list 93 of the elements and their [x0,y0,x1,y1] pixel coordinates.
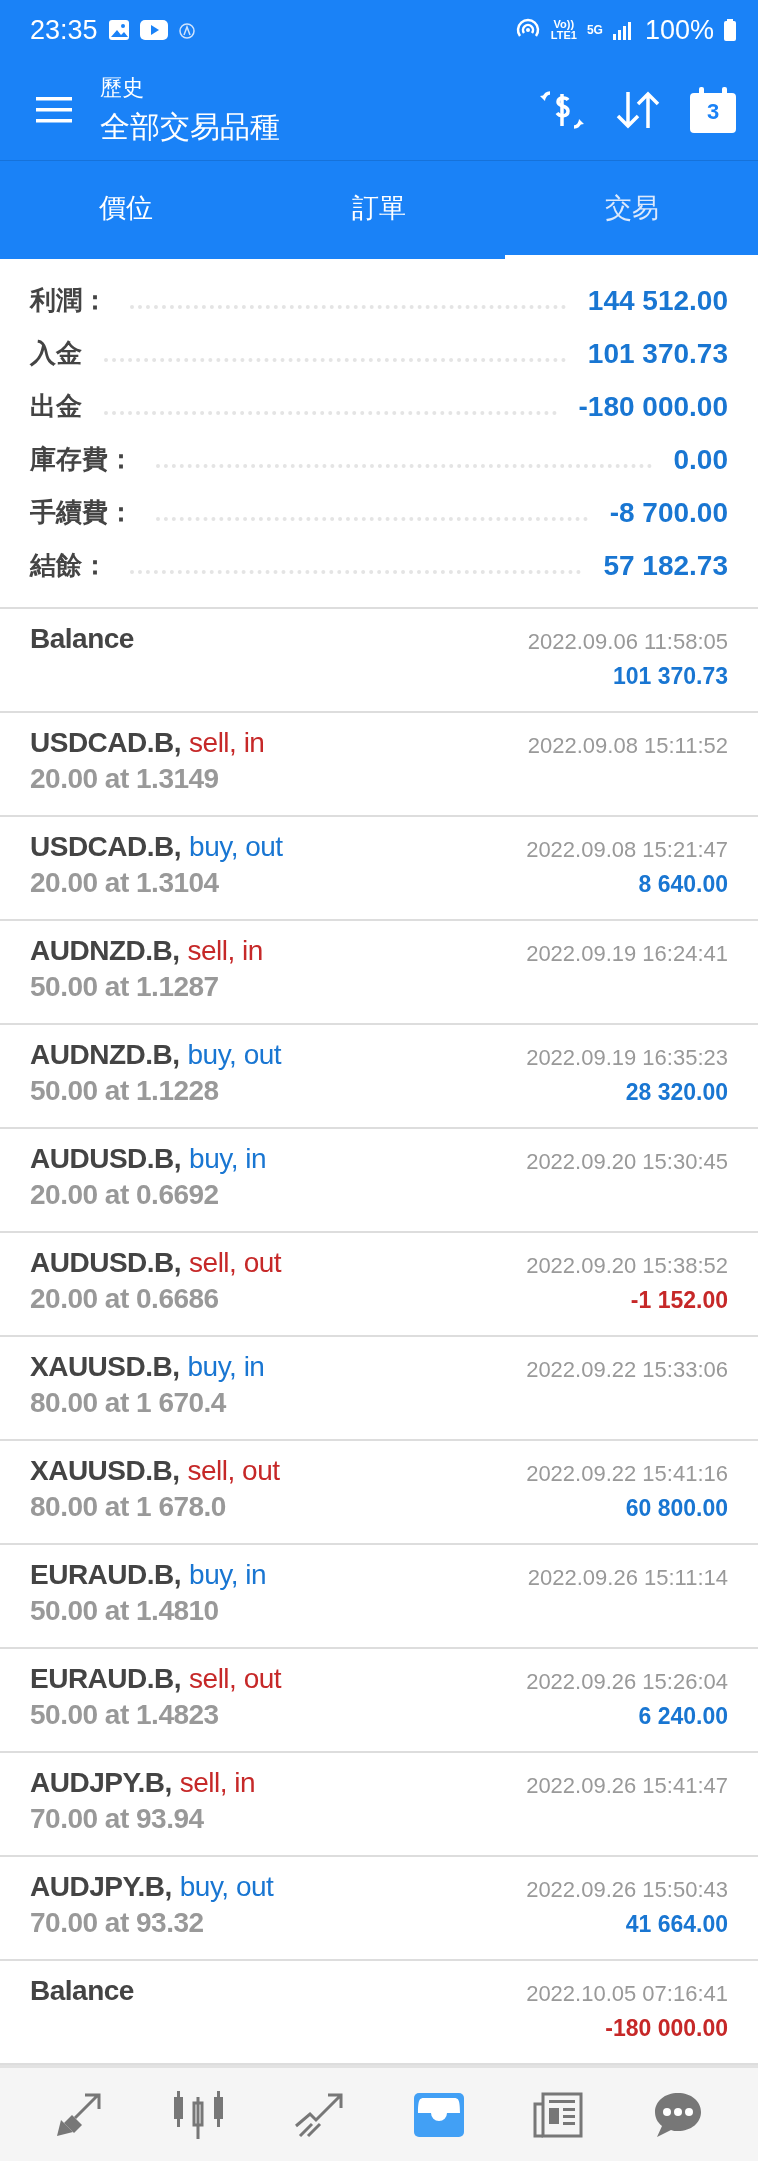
deal-action: buy, in [189,1143,266,1175]
deal-profit: 28 320.00 [625,1079,728,1106]
deal-time: 2022.09.06 11:58:05 [527,629,728,655]
summary-value: 101 370.73 [587,337,728,370]
inbox-icon[interactable] [413,2093,464,2137]
newspaper-icon[interactable] [533,2092,584,2138]
summary-value: 144 512.00 [587,284,728,317]
summary-value: 57 182.73 [603,549,728,582]
deal-action: buy, in [189,1559,266,1591]
deal-action: buy, out [187,1039,282,1071]
deal-symbol: AUDJPY.B, [30,1871,172,1903]
deal-action: sell, out [187,1455,280,1487]
deal-profit: 41 664.00 [625,1911,728,1938]
deal-volume-price: 70.00 at 93.94 [30,1803,205,1835]
menu-icon[interactable] [36,97,72,123]
deal-volume-price: 50.00 at 1.1228 [30,1075,220,1107]
deal-volume-price: 50.00 at 1.4823 [30,1699,220,1731]
deal-symbol: AUDUSD.B, [30,1247,182,1279]
network-label: 5G [586,23,603,37]
deal-action: buy, out [189,831,283,863]
deal-action: buy, out [179,1871,274,1903]
tab[interactable]: 訂單 [252,161,506,259]
deal-volume-price: 20.00 at 0.6692 [30,1179,220,1211]
volte-label: Vo)) [553,19,575,30]
summary-label: 入金 [30,337,82,370]
summary-label: 出金 [30,390,82,423]
tab[interactable]: 交易 [505,161,758,259]
deal-time: 2022.09.26 15:26:04 [526,1669,728,1695]
deal-volume-price: 50.00 at 1.4810 [30,1595,220,1627]
operation-type: Balance [30,1975,134,2007]
sort-icon[interactable] [614,90,662,130]
deal-profit: -180 000.00 [605,2015,728,2042]
summary-label: 利潤： [30,284,108,317]
screen-title[interactable]: 全部交易品種 [100,106,510,148]
deal-profit: 8 640.00 [638,871,728,898]
deal-volume-price: 80.00 at 1 670.4 [30,1387,228,1419]
screen-subtitle: 歷史 [100,73,145,102]
deal-time: 2022.09.26 15:50:43 [526,1877,728,1903]
deal-time: 2022.09.08 15:21:47 [526,837,728,863]
battery-percent: 100% [644,14,714,46]
deal-symbol: XAUUSD.B, [30,1455,180,1487]
summary-value: -8 700.00 [609,496,728,529]
summary-value: -180 000.00 [578,390,728,423]
deal-time: 2022.09.22 15:41:16 [526,1461,728,1487]
deal-volume-price: 20.00 at 1.3149 [30,763,220,795]
summary-label: 庫存費： [30,443,134,476]
deal-volume-price: 70.00 at 93.32 [30,1907,205,1939]
deal-symbol: USDCAD.B, [30,727,182,759]
deal-profit: 60 800.00 [625,1495,728,1522]
deal-action: sell, out [189,1247,282,1279]
tab[interactable]: 價位 [0,161,253,259]
deal-time: 2022.09.08 15:11:52 [527,733,728,759]
deal-profit: 101 370.73 [612,663,728,690]
deal-symbol: AUDUSD.B, [30,1143,182,1175]
operation-type: Balance [30,623,134,655]
summary-label: 手續費： [30,496,134,529]
deal-profit: 6 240.00 [638,1703,728,1730]
deal-time: 2022.09.19 16:24:41 [526,941,728,967]
deal-action: sell, in [179,1767,256,1799]
volte-label: LTE1 [550,30,577,41]
deal-time: 2022.09.20 15:30:45 [526,1149,728,1175]
battery-icon [724,19,736,41]
deal-action: sell, out [189,1663,282,1695]
summary-label: 結餘： [30,549,108,582]
deal-profit: -1 152.00 [630,1287,728,1314]
deal-symbol: EURAUD.B, [30,1559,182,1591]
deal-symbol: EURAUD.B, [30,1663,182,1695]
deal-time: 2022.09.20 15:38:52 [526,1253,728,1279]
deal-volume-price: 20.00 at 0.6686 [30,1283,220,1315]
summary-value: 0.00 [673,443,728,476]
deal-symbol: AUDJPY.B, [30,1767,172,1799]
deal-time: 2022.09.19 16:35:23 [526,1045,728,1071]
deal-action: sell, in [189,727,265,759]
deal-symbol: USDCAD.B, [30,831,182,863]
image-icon [107,19,130,41]
translate-icon [177,20,198,40]
deal-time: 2022.09.26 15:11:14 [527,1565,728,1591]
deal-action: sell, in [187,935,263,967]
deal-symbol: AUDNZD.B, [30,935,180,967]
deal-symbol: AUDNZD.B, [30,1039,180,1071]
deal-time: 2022.10.05 07:16:41 [526,1981,728,2007]
trend-chart-icon[interactable] [294,2092,345,2138]
deal-time: 2022.09.22 15:33:06 [526,1357,728,1383]
play-icon [139,20,168,40]
deal-symbol: XAUUSD.B, [30,1351,180,1383]
deal-action: buy, in [187,1351,265,1383]
deal-volume-price: 80.00 at 1 678.0 [30,1491,227,1523]
deal-time: 2022.09.26 15:41:47 [526,1773,728,1799]
deal-volume-price: 50.00 at 1.1287 [30,971,220,1003]
chat-icon[interactable] [653,2091,704,2139]
deal-volume-price: 20.00 at 1.3104 [30,867,220,899]
clock: 23:35 [30,14,98,46]
candlestick-icon[interactable] [174,2091,225,2139]
